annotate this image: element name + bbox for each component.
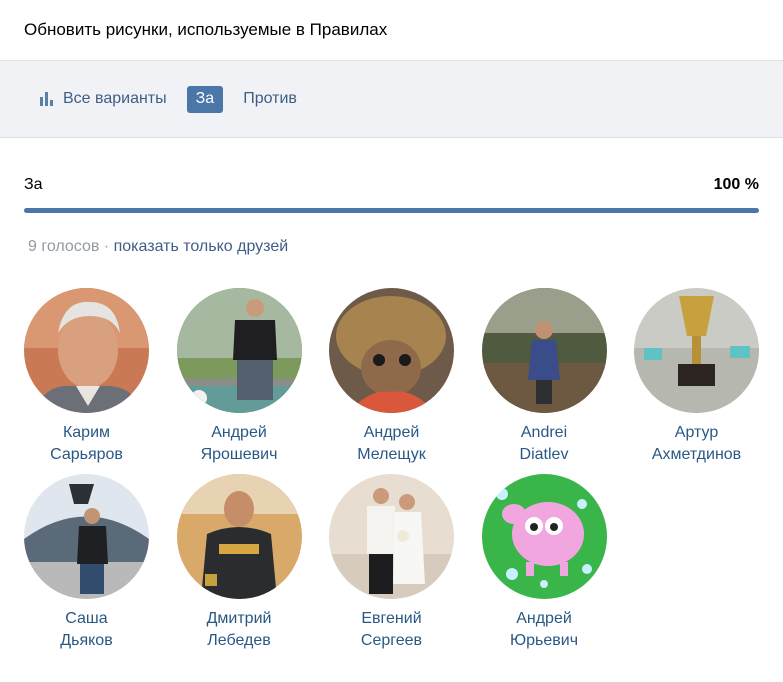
voter-last-name: Diatlev [519, 446, 569, 463]
voter-first-name: Евгений [361, 610, 422, 627]
avatar[interactable] [634, 288, 759, 413]
tab-for-label: За [195, 90, 215, 107]
bar-chart-icon [40, 92, 55, 106]
option-percent: 100 % [713, 176, 759, 193]
voter-card[interactable]: Евгений Сергеев [329, 474, 454, 652]
tab-all-options[interactable]: Все варианты [40, 86, 167, 113]
voter-card[interactable]: Андрей Юрьевич [481, 474, 607, 652]
voter-last-name: Юрьевич [509, 632, 579, 649]
tab-all-options-label: Все варианты [63, 90, 167, 107]
avatar[interactable] [329, 474, 454, 599]
vote-filter-tabs: Все варианты За Против [0, 61, 783, 138]
tab-against[interactable]: Против [243, 86, 297, 113]
voter-first-name: Андрей [363, 424, 420, 441]
tab-for[interactable]: За [186, 85, 224, 113]
voter-first-name: Карим [62, 424, 111, 441]
avatar[interactable] [176, 288, 302, 413]
voters-grid: Карим Сарьяров Андрей Ярошевич Андрей Ме… [0, 256, 783, 652]
result-bar-fill [24, 208, 759, 213]
show-friends-link[interactable]: показать только друзей [114, 238, 289, 255]
voter-last-name: Мелещук [357, 446, 426, 463]
voter-card[interactable]: Карим Сарьяров [24, 288, 149, 466]
voter-card[interactable]: Саша Дьяков [24, 474, 149, 652]
avatar[interactable] [24, 288, 149, 413]
voter-card[interactable]: Андрей Ярошевич [176, 288, 302, 466]
avatar[interactable] [481, 474, 607, 599]
vote-count-line: 9 голосов · показать только друзей [28, 238, 759, 256]
tab-against-label: Против [243, 90, 297, 107]
voter-last-name: Ахметдинов [651, 446, 742, 463]
poll-title: Обновить рисунки, используемые в Правила… [0, 0, 783, 61]
voter-last-name: Лебедев [207, 632, 271, 649]
voter-last-name: Ярошевич [200, 446, 278, 463]
voter-card[interactable]: Дмитрий Лебедев [176, 474, 302, 652]
result-bar [24, 208, 759, 213]
avatar[interactable] [329, 288, 454, 413]
voter-first-name: Andrei [520, 424, 568, 441]
option-label: За [24, 176, 43, 193]
voter-last-name: Дьяков [60, 632, 113, 649]
separator-dot: · [103, 238, 110, 255]
voter-first-name: Андрей [516, 610, 572, 627]
avatar[interactable] [24, 474, 149, 599]
voter-last-name: Сергеев [360, 632, 423, 649]
option-result: За 100 % 9 голосов · показать только дру… [0, 138, 783, 256]
voter-last-name: Сарьяров [50, 446, 123, 463]
voter-card[interactable]: Андрей Мелещук [329, 288, 454, 466]
voter-card[interactable]: Andrei Diatlev [481, 288, 607, 466]
avatar[interactable] [176, 474, 302, 599]
voter-first-name: Дмитрий [206, 610, 272, 627]
voter-first-name: Андрей [211, 424, 267, 441]
poll-title-text: Обновить рисунки, используемые в Правила… [24, 20, 388, 39]
vote-count: 9 голосов [28, 238, 100, 255]
voter-card[interactable]: Артур Ахметдинов [634, 288, 759, 466]
voter-first-name: Саша [65, 610, 108, 627]
voter-first-name: Артур [674, 424, 719, 441]
avatar[interactable] [481, 288, 607, 413]
